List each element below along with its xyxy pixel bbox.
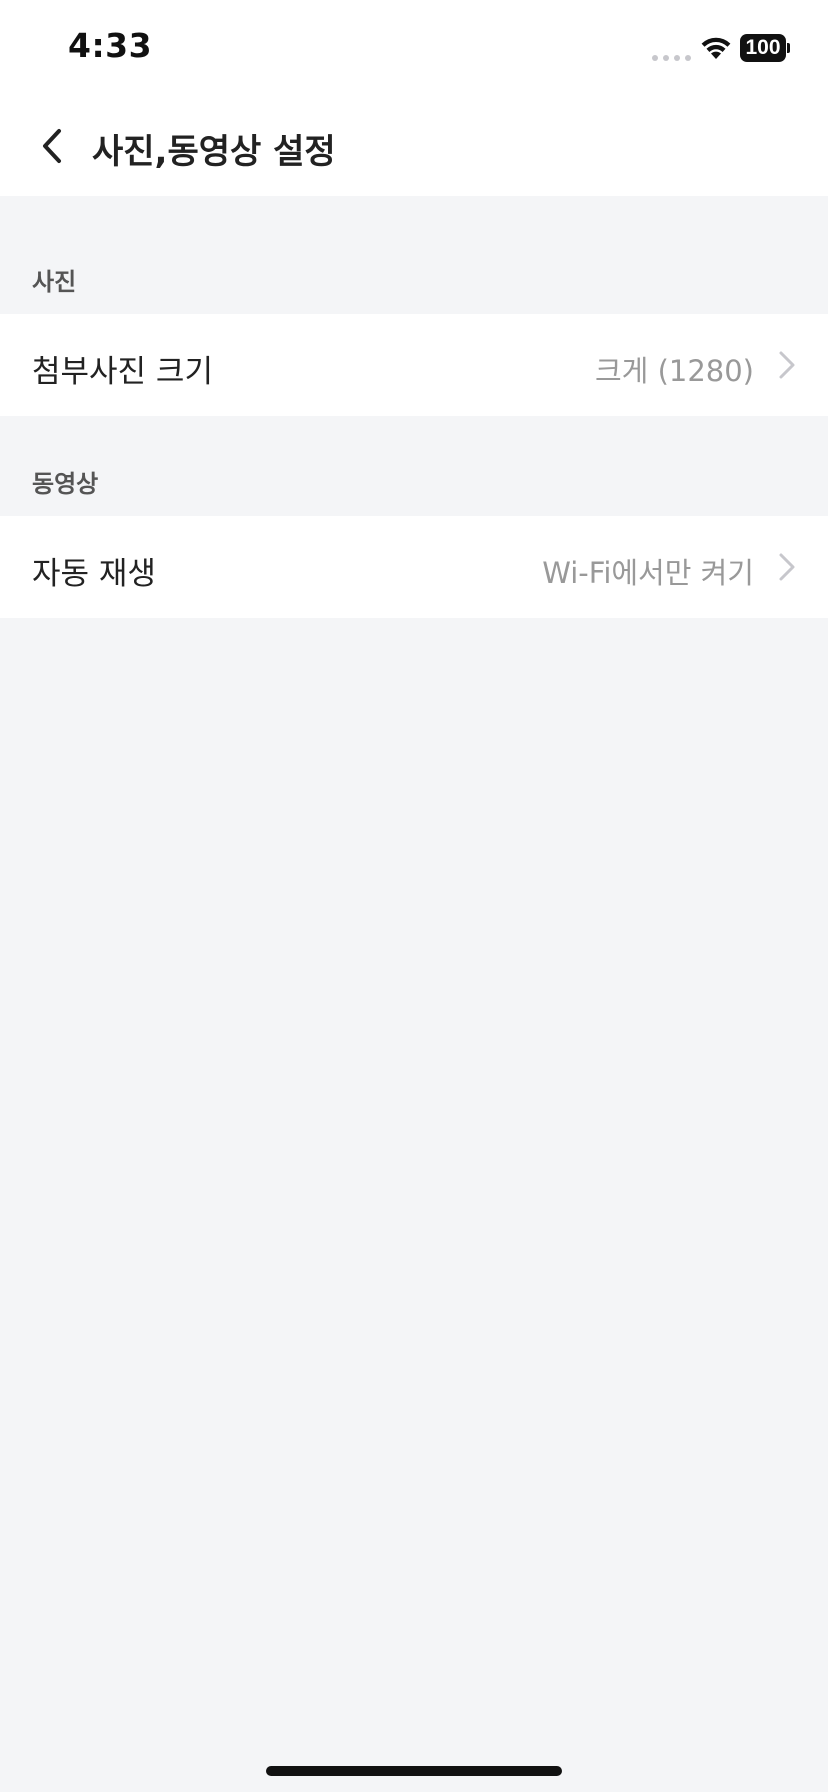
row-label: 자동 재생 — [32, 556, 156, 592]
row-auto-play[interactable]: 자동 재생 Wi-Fi에서만 켜기 — [0, 516, 828, 618]
section-label-video: 동영상 — [32, 470, 99, 498]
status-bar: 4:33 100 — [0, 0, 828, 96]
battery-icon: 100 — [740, 34, 790, 62]
chevron-right-icon — [779, 553, 795, 581]
row-label: 첨부사진 크기 — [32, 354, 213, 390]
signal-dots-icon — [652, 55, 692, 61]
battery-level: 100 — [740, 34, 786, 62]
chevron-right-icon — [779, 351, 795, 379]
home-indicator — [266, 1766, 562, 1776]
section-label-photo: 사진 — [32, 268, 77, 296]
row-value: Wi-Fi에서만 켜기 — [542, 556, 754, 590]
nav-bar: 사진,동영상 설정 — [0, 96, 828, 196]
chevron-left-icon — [43, 129, 61, 163]
wifi-icon — [701, 37, 731, 59]
back-button[interactable] — [26, 116, 86, 176]
row-attachment-photo-size[interactable]: 첨부사진 크기 크게 (1280) — [0, 314, 828, 416]
section-header-photo: 사진 — [0, 196, 828, 314]
section-header-video: 동영상 — [0, 416, 828, 516]
page-title: 사진,동영상 설정 — [92, 132, 336, 172]
status-time: 4:33 — [68, 26, 153, 65]
row-value: 크게 (1280) — [594, 354, 754, 388]
